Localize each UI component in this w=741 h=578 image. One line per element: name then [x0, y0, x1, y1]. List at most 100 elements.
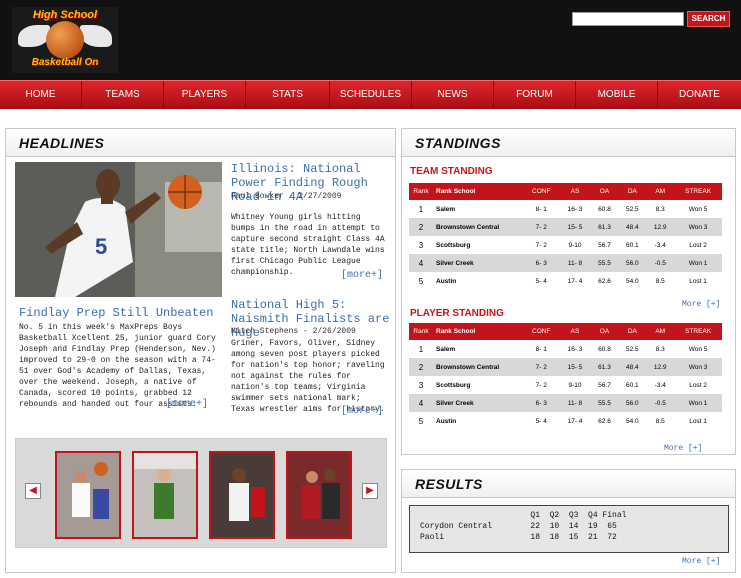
- svg-text:5: 5: [95, 234, 107, 259]
- cell: 60.8: [590, 200, 619, 218]
- col-header: AM: [646, 183, 675, 200]
- more-link[interactable]: [more+]: [166, 399, 208, 410]
- player-photo-image: [288, 453, 350, 537]
- cell: 61.3: [590, 218, 619, 236]
- player-photo-image: [211, 453, 273, 537]
- table-row[interactable]: 3 Scottsburg 7- 2 9-10 56.7 60.1 -3.4 Lost 2: [409, 236, 722, 254]
- col-header: CONF: [523, 183, 560, 200]
- results-header: RESULTS: [402, 470, 735, 498]
- cell: 3: [409, 376, 433, 394]
- wing-left-icon: [18, 25, 50, 47]
- cell: 60.8: [590, 340, 619, 358]
- cell: 17- 4: [559, 272, 591, 290]
- headline-photo[interactable]: 5: [15, 162, 222, 297]
- cell: 1: [409, 200, 433, 218]
- col-header: Rank: [409, 183, 433, 200]
- col-header: Rank: [409, 323, 433, 340]
- gallery-thumb[interactable]: [286, 451, 352, 539]
- nav-teams[interactable]: TEAMS: [82, 81, 164, 109]
- cell: 60.1: [618, 236, 647, 254]
- more-link[interactable]: [more+]: [341, 270, 383, 281]
- nav-schedules[interactable]: SCHEDULES: [330, 81, 412, 109]
- table-row[interactable]: 1 Salem 8- 1 16- 3 60.8 52.5 8.3 Won 5: [409, 200, 722, 218]
- cell: 62.6: [590, 412, 619, 430]
- player-photo-image: [57, 453, 119, 537]
- nav-donate[interactable]: DONATE: [658, 81, 741, 109]
- cell: 3: [409, 236, 433, 254]
- search-input[interactable]: [572, 12, 684, 26]
- cell: 15- 5: [559, 358, 591, 376]
- cell: 52.5: [618, 340, 647, 358]
- score-header-row: Q1 Q2 Q3 Q4 Final: [420, 511, 627, 520]
- table-row[interactable]: 5 Austin 5- 4 17- 4 62.6 54.0 8.5 Lost 1: [409, 272, 722, 290]
- gallery-thumb[interactable]: [209, 451, 275, 539]
- gallery-thumb[interactable]: [55, 451, 121, 539]
- cell: 12.9: [646, 218, 675, 236]
- cell: -0.5: [646, 394, 675, 412]
- results-more-link[interactable]: More [+]: [682, 557, 720, 566]
- cell: 15- 5: [559, 218, 591, 236]
- nav-mobile[interactable]: MOBILE: [576, 81, 658, 109]
- story-body: No. 5 in this week's MaxPreps Boys Baske…: [19, 323, 216, 409]
- story-title[interactable]: Findlay Prep Still Unbeaten: [19, 306, 224, 320]
- cell: 54.0: [618, 412, 647, 430]
- gallery-prev-button[interactable]: ◀: [25, 483, 41, 499]
- table-row[interactable]: 5 Austin 5- 4 17- 4 62.6 54.0 8.5 Lost 1: [409, 412, 722, 430]
- site-logo[interactable]: High School Basketball On: [12, 7, 118, 73]
- table-row[interactable]: 2 Brownstown Central 7- 2 15- 5 61.3 48.4 12.9…: [409, 358, 722, 376]
- cell: 56.0: [618, 254, 647, 272]
- col-header: Rank School: [433, 323, 523, 340]
- team-standing-table: Rank Rank School CONF AS OA DA AM STREAK…: [409, 183, 722, 290]
- basketball-icon: [46, 21, 84, 59]
- cell: 48.4: [618, 218, 647, 236]
- logo-bottom-text: Basketball On: [31, 57, 99, 68]
- gallery-next-button[interactable]: ▶: [362, 483, 378, 499]
- story-meta: Mitch Stephens - 2/26/2009: [231, 327, 356, 336]
- nav-forum[interactable]: FORUM: [494, 81, 576, 109]
- table-row[interactable]: 4 Silver Creek 6- 3 11- 8 55.5 56.0 -0.5 Won 1: [409, 394, 722, 412]
- cell: 55.5: [590, 394, 619, 412]
- nav-stats[interactable]: STATS: [246, 81, 330, 109]
- more-link[interactable]: [more+]: [341, 406, 383, 417]
- cell: 7- 2: [523, 218, 560, 236]
- cell: 55.5: [590, 254, 619, 272]
- gallery-thumb[interactable]: [132, 451, 198, 539]
- col-header: STREAK: [674, 323, 722, 340]
- table-row[interactable]: 4 Silver Creek 6- 3 11- 8 55.5 56.0 -0.5 Won 1: [409, 254, 722, 272]
- cell: 5: [409, 272, 433, 290]
- cell: Brownstown Central: [433, 358, 523, 376]
- score-row: Paoli 18 18 15 21 72: [420, 533, 617, 542]
- col-header: AM: [646, 323, 675, 340]
- cell: 52.5: [618, 200, 647, 218]
- wing-right-icon: [80, 25, 112, 47]
- cell: -0.5: [646, 254, 675, 272]
- cell: 16- 3: [559, 340, 591, 358]
- cell: Brownstown Central: [433, 218, 523, 236]
- col-header: OA: [590, 183, 619, 200]
- nav-news[interactable]: NEWS: [412, 81, 494, 109]
- table-row[interactable]: 2 Brownstown Central 7- 2 15- 5 61.3 48.4 12.9…: [409, 218, 722, 236]
- col-header: DA: [618, 183, 647, 200]
- cell: Salem: [433, 200, 523, 218]
- story-meta: Paul Bowker - 2/27/2009: [231, 192, 342, 201]
- cell: Won 1: [674, 394, 722, 412]
- table-row[interactable]: 1 Salem 8- 1 16- 3 60.8 52.5 8.3 Won 5: [409, 340, 722, 358]
- cell: 56.7: [590, 376, 619, 394]
- results-scoreboard: Q1 Q2 Q3 Q4 Final Corydon Central 22 10 …: [409, 505, 729, 553]
- cell: Scottsburg: [433, 376, 523, 394]
- search-button[interactable]: SEARCH: [687, 11, 730, 27]
- cell: 7- 2: [523, 358, 560, 376]
- cell: 8.3: [646, 200, 675, 218]
- standings-title: STANDINGS: [415, 135, 501, 151]
- cell: 5- 4: [523, 412, 560, 430]
- nav-home[interactable]: HOME: [0, 81, 82, 109]
- cell: Won 5: [674, 340, 722, 358]
- site-header: High School Basketball On SEARCH: [0, 0, 741, 80]
- table-row[interactable]: 3 Scottsburg 7- 2 9-10 56.7 60.1 -3.4 Lost 2: [409, 376, 722, 394]
- standings-more-link[interactable]: More [+]: [682, 300, 720, 309]
- player-standings-more-link[interactable]: More [+]: [664, 444, 702, 453]
- nav-players[interactable]: PLAYERS: [164, 81, 246, 109]
- col-header: OA: [590, 323, 619, 340]
- cell: 8.3: [646, 340, 675, 358]
- cell: -3.4: [646, 236, 675, 254]
